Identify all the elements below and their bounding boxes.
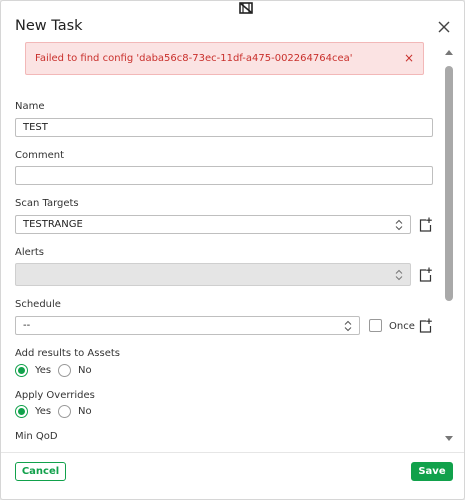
error-alert: Failed to find config 'daba56c8-73ec-11d… <box>25 42 424 75</box>
once-label: Once <box>389 321 415 332</box>
error-message: Failed to find config 'daba56c8-73ec-11d… <box>35 53 353 64</box>
alert-close-button[interactable]: × <box>404 51 414 65</box>
add-results-no-radio[interactable] <box>58 364 71 377</box>
add-results-yes-label: Yes <box>35 365 52 376</box>
alerts-select[interactable] <box>15 263 411 286</box>
new-target-icon[interactable] <box>419 217 432 232</box>
save-button[interactable]: Save <box>411 462 453 481</box>
new-task-top-icon <box>239 2 253 14</box>
cancel-button[interactable]: Cancel <box>15 462 66 481</box>
name-input[interactable]: TEST <box>15 118 433 137</box>
comment-label: Comment <box>15 150 64 161</box>
min-qod-label: Min QoD <box>15 431 58 442</box>
name-label: Name <box>15 101 45 112</box>
add-results-yes-radio[interactable] <box>15 364 28 377</box>
footer-divider <box>1 452 464 453</box>
close-icon[interactable] <box>437 20 451 34</box>
alerts-label: Alerts <box>15 247 45 258</box>
add-results-label: Add results to Assets <box>15 348 120 359</box>
new-alert-icon[interactable] <box>419 267 432 282</box>
scrollbar-thumb[interactable] <box>445 66 453 301</box>
new-task-dialog: New Task Failed to find config 'daba56c8… <box>0 0 465 500</box>
apply-overrides-yes-radio[interactable] <box>15 405 28 418</box>
select-arrows-icon <box>344 320 352 332</box>
add-results-no-label: No <box>78 365 92 376</box>
scroll-down-icon[interactable] <box>445 436 453 441</box>
select-arrows-icon <box>395 219 403 231</box>
scroll-up-icon[interactable] <box>445 50 453 55</box>
new-schedule-icon[interactable] <box>419 318 432 333</box>
comment-input[interactable] <box>15 166 433 185</box>
schedule-label: Schedule <box>15 299 61 310</box>
schedule-select[interactable]: -- <box>15 316 360 335</box>
scan-targets-select[interactable]: TESTRANGE <box>15 215 411 234</box>
apply-overrides-label: Apply Overrides <box>15 390 95 401</box>
scrollbar[interactable] <box>444 47 454 447</box>
apply-overrides-yes-label: Yes <box>35 406 52 417</box>
apply-overrides-no-radio[interactable] <box>58 405 71 418</box>
apply-overrides-no-label: No <box>78 406 92 417</box>
scan-targets-value: TESTRANGE <box>23 219 83 230</box>
once-checkbox[interactable] <box>369 319 382 332</box>
scan-targets-label: Scan Targets <box>15 198 79 209</box>
select-arrows-icon <box>395 269 403 281</box>
dialog-title: New Task <box>15 18 83 34</box>
schedule-value: -- <box>23 320 31 331</box>
